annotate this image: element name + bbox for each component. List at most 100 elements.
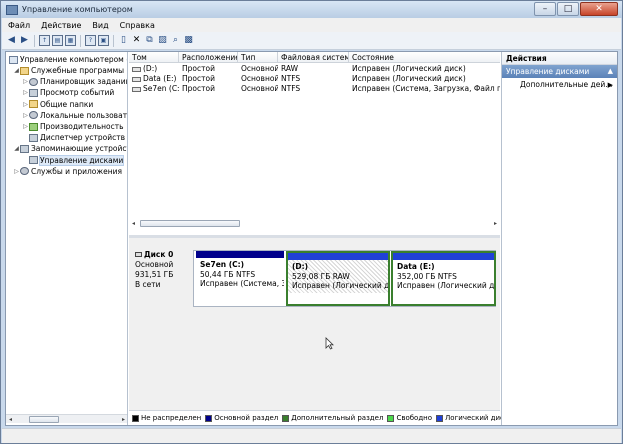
table-row[interactable]: Se7en (C:) Простой Основной NTFS Исправен (С… [129,84,500,94]
column-header-type[interactable]: Тип [238,52,278,63]
collapse-icon[interactable]: ▲ [608,65,613,78]
expand-icon[interactable]: ◢ [13,145,20,152]
actions-more[interactable]: Дополнительные дей... ▶ [502,78,617,92]
tree-item-label: Планировщик заданий [40,77,128,87]
table-row[interactable]: Data (E:) Простой Основной NTFS Исправен (Ло… [129,74,500,84]
navigation-tree: Управление компьютером (л ◢ Служебные про… [6,52,128,425]
table-cell: (D:) [129,64,179,74]
volume-icon [132,76,141,82]
legend-label: Логический диск [445,414,509,422]
actions-section-disk-management[interactable]: Управление дисками ▲ [502,65,617,78]
table-cell: Простой [179,84,238,94]
expand-icon[interactable]: ▷ [22,101,29,108]
maximize-button[interactable]: □ [557,2,579,16]
disk-legend: Не распределен Основной раздел Дополнитель… [129,410,508,425]
tree-item[interactable]: ▷ Производительность [22,121,124,132]
column-header-volume[interactable]: Том [129,52,179,63]
doc-icon[interactable]: ▯ [118,35,129,46]
scroll-left-icon[interactable]: ◂ [129,219,138,228]
delete-icon[interactable]: ✕ [131,35,142,46]
menu-bar: Файл Действие Вид Справка [2,18,621,32]
tree-item-label: Производительность [40,122,124,131]
expand-icon[interactable]: ▷ [13,168,20,175]
table-cell: Исправен (Логический диск) [349,74,500,84]
volume-horizontal-scrollbar[interactable]: ◂ ▸ [129,219,500,228]
partition-d-name: (D:) [292,262,309,271]
scroll-thumb[interactable] [140,220,240,227]
table-cell-text: Исправен (Логический диск) [352,74,466,83]
disk-size: 931,51 ГБ [135,270,174,279]
disk-name-label: Диск 0 [144,250,174,259]
column-header-status[interactable]: Состояние [349,52,500,63]
legend-label: Не распределен [141,414,202,422]
menu-file[interactable]: Файл [8,21,30,30]
legend-swatch [387,414,395,422]
column-header-filesystem[interactable]: Файловая система [278,52,349,63]
tree-item[interactable]: ◢ Служебные программы [13,65,124,76]
scroll-left-icon[interactable]: ◂ [6,415,15,424]
menu-help[interactable]: Справка [120,21,155,30]
search-icon[interactable]: ⌕ [170,35,181,46]
table-cell: NTFS [278,84,349,94]
partition-c[interactable]: Se7en (C:) 50,44 ГБ NTFS Исправен (Систе… [196,251,284,306]
window-title: Управление компьютером [22,5,133,14]
partition-c-status: Исправен (Система, За [200,279,284,288]
menu-action[interactable]: Действие [41,21,81,30]
toolbar-divider [113,34,114,47]
scroll-right-icon[interactable]: ▸ [119,415,127,424]
table-cell-text: Основной [241,84,278,93]
column-header-layout[interactable]: Расположение [179,52,238,63]
expand-icon[interactable]: ▷ [22,89,29,96]
minimize-button[interactable]: – [534,2,556,16]
tree-item-icon [29,156,38,165]
properties-icon[interactable]: ▦ [65,35,76,46]
tree-item[interactable]: Управление дисками [22,154,125,166]
tree-item[interactable]: ▷ Службы и приложения [13,166,122,177]
expand-icon[interactable]: ◢ [13,67,20,74]
refresh-icon[interactable]: ▣ [98,35,109,46]
open-icon[interactable]: ▨ [157,35,168,46]
tree-item[interactable]: ▷ Локальные пользовате [22,110,128,121]
menu-view[interactable]: Вид [92,21,108,30]
table-cell-text: Простой [182,84,215,93]
tree-item-label: Управление дисками [38,154,125,166]
disk-info[interactable]: Диск 0 Основной 931,51 ГБ В сети [135,250,193,306]
help-icon[interactable]: ? [85,35,96,46]
tree-item[interactable]: ◢ Запоминающие устройст [13,143,127,154]
expand-icon[interactable]: ▷ [22,123,29,130]
partition-e-bar [393,253,494,260]
scroll-thumb[interactable] [29,415,59,423]
new-icon[interactable]: ⧉ [144,35,155,46]
tree-item[interactable]: Диспетчер устройств [22,132,125,143]
tree-item[interactable]: ▷ Просмотр событий [22,87,114,98]
computer-management-icon [6,4,18,15]
tree-horizontal-scrollbar[interactable]: ◂ ▸ [6,414,127,424]
tree-item[interactable]: ▷ Планировщик заданий [22,76,128,87]
tree-item-label: Служебные программы [31,66,125,75]
up-folder-icon[interactable]: ↑ [39,35,50,46]
zoom-icon[interactable]: ▩ [183,35,194,46]
toolbar: ◀ ▶ ↑ ▤ ▦ ? ▣ ▯ ✕ ⧉ ▨ ⌕ ▩ [2,32,621,50]
tree-item-label: Локальные пользовате [40,110,128,120]
back-icon[interactable]: ◀ [6,35,17,46]
mouse-cursor-icon [325,337,334,350]
tree-root[interactable]: Управление компьютером (л [9,54,127,65]
close-button[interactable]: ✕ [580,2,618,16]
scroll-right-icon[interactable]: ▸ [491,219,500,228]
show-tree-icon[interactable]: ▤ [52,35,63,46]
partition-e-size: 352,00 ГБ NTFS [397,271,457,281]
table-row[interactable]: (D:) Простой Основной RAW Исправен (Логическ… [129,64,500,74]
legend-swatch [436,414,444,422]
tree-item-label: Просмотр событий [40,88,115,98]
expand-icon[interactable]: ▷ [22,112,29,119]
tree-item[interactable]: ▷ Общие папки [22,99,93,110]
expand-icon[interactable]: ▷ [22,78,29,85]
tree-item-label: Диспетчер устройств [40,133,126,143]
client-area: Управление компьютером (л ◢ Служебные про… [5,51,618,426]
table-cell: Исправен (Система, Загрузка, Файл подка [349,84,500,94]
partition-e[interactable]: Data (E:) 352,00 ГБ NTFS Исправен (Логич… [391,251,496,306]
forward-icon[interactable]: ▶ [19,35,30,46]
actions-pane: Действия Управление дисками ▲ Дополнител… [501,52,617,425]
tree-item-label: Общие папки [40,99,94,109]
partition-d[interactable]: (D:) 529,08 ГБ RAW Исправен (Логический … [286,251,390,306]
